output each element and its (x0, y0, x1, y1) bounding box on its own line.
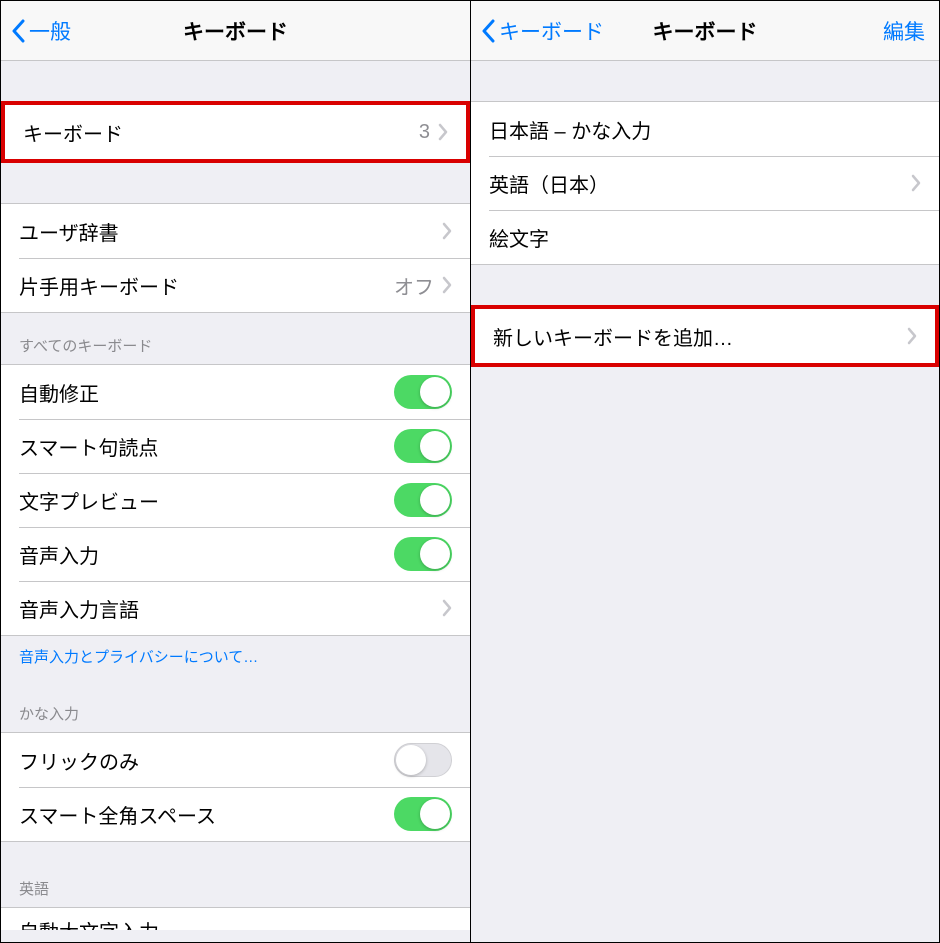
edit-button[interactable]: 編集 (883, 16, 925, 46)
chevron-right-icon (907, 327, 917, 345)
row-label: 絵文字 (489, 223, 921, 252)
row-label: 自動大文字入力 (19, 916, 452, 930)
row-label: スマート句読点 (19, 432, 394, 461)
chevron-left-icon (481, 19, 495, 43)
settings-keyboard-panel: 一般 キーボード キーボード 3 ユーザ辞書 (1, 1, 470, 942)
row-label: キーボード (23, 118, 419, 147)
row-label: 片手用キーボード (19, 271, 394, 300)
chevron-right-icon (442, 599, 452, 617)
all-keyboards-header: すべてのキーボード (1, 313, 470, 364)
smart-punctuation-row: スマート句読点 (1, 419, 470, 473)
dictation-toggle[interactable] (394, 537, 452, 571)
row-label: 英語（日本） (489, 169, 911, 198)
left-content: キーボード 3 ユーザ辞書 片手用キーボード オ (1, 61, 470, 942)
row-label: 文字プレビュー (19, 486, 394, 515)
english-header: 英語 (1, 842, 470, 907)
back-button[interactable]: キーボード (471, 16, 604, 46)
flick-only-toggle[interactable] (394, 743, 452, 777)
character-preview-row: 文字プレビュー (1, 473, 470, 527)
keyboard-japanese-kana-row[interactable]: 日本語 – かな入力 (471, 102, 939, 156)
smart-punctuation-toggle[interactable] (394, 429, 452, 463)
one-handed-keyboard-row[interactable]: 片手用キーボード オフ (1, 258, 470, 312)
keyboard-english-japan-row[interactable]: 英語（日本） (471, 156, 939, 210)
chevron-right-icon (911, 174, 921, 192)
keyboards-group: キーボード 3 (1, 101, 470, 163)
dictation-languages-row[interactable]: 音声入力言語 (1, 581, 470, 635)
navbar-right: キーボード キーボード 編集 (471, 1, 939, 61)
row-label: 新しいキーボードを追加… (493, 322, 907, 351)
chevron-right-icon (442, 276, 452, 294)
kana-group: フリックのみ スマート全角スペース (1, 732, 470, 842)
row-label: 日本語 – かな入力 (489, 115, 921, 144)
row-label: ユーザ辞書 (19, 217, 442, 246)
row-label: 自動修正 (19, 378, 394, 407)
character-preview-toggle[interactable] (394, 483, 452, 517)
back-button[interactable]: 一般 (1, 16, 71, 46)
dictation-privacy-link[interactable]: 音声入力とプライバシーについて… (1, 636, 470, 681)
nav-title: キーボード (1, 16, 470, 46)
toggles-group: 自動修正 スマート句読点 文字プレビュー 音声入力 音声入力言語 (1, 364, 470, 636)
row-value: 3 (419, 121, 430, 144)
right-content: 日本語 – かな入力 英語（日本） 絵文字 新しいキーボードを追加… (471, 61, 939, 942)
chevron-right-icon (438, 123, 448, 141)
row-value: オフ (394, 271, 434, 300)
add-new-keyboard-row[interactable]: 新しいキーボードを追加… (475, 309, 935, 363)
auto-correct-toggle[interactable] (394, 375, 452, 409)
installed-keyboards-group: 日本語 – かな入力 英語（日本） 絵文字 (471, 101, 939, 265)
add-keyboard-group: 新しいキーボードを追加… (471, 305, 939, 367)
english-group: 自動大文字入力 (1, 907, 470, 930)
user-dictionary-row[interactable]: ユーザ辞書 (1, 204, 470, 258)
flick-only-row: フリックのみ (1, 733, 470, 787)
row-label: 音声入力 (19, 540, 394, 569)
keyboards-list-panel: キーボード キーボード 編集 日本語 – かな入力 英語（日本） 絵文字 (470, 1, 939, 942)
userdict-group: ユーザ辞書 片手用キーボード オフ (1, 203, 470, 313)
keyboard-emoji-row[interactable]: 絵文字 (471, 210, 939, 264)
row-label: フリックのみ (19, 746, 394, 775)
dictation-row: 音声入力 (1, 527, 470, 581)
back-label: 一般 (29, 16, 71, 46)
row-label: 音声入力言語 (19, 594, 442, 623)
back-label: キーボード (499, 16, 604, 46)
auto-correct-row: 自動修正 (1, 365, 470, 419)
chevron-left-icon (11, 19, 25, 43)
smart-fullwidth-space-row: スマート全角スペース (1, 787, 470, 841)
kana-input-header: かな入力 (1, 681, 470, 732)
keyboards-row[interactable]: キーボード 3 (5, 105, 466, 159)
auto-capitalization-row: 自動大文字入力 (1, 908, 470, 930)
row-label: スマート全角スペース (19, 800, 394, 829)
chevron-right-icon (442, 222, 452, 240)
navbar-left: 一般 キーボード (1, 1, 470, 61)
smart-fullwidth-space-toggle[interactable] (394, 797, 452, 831)
